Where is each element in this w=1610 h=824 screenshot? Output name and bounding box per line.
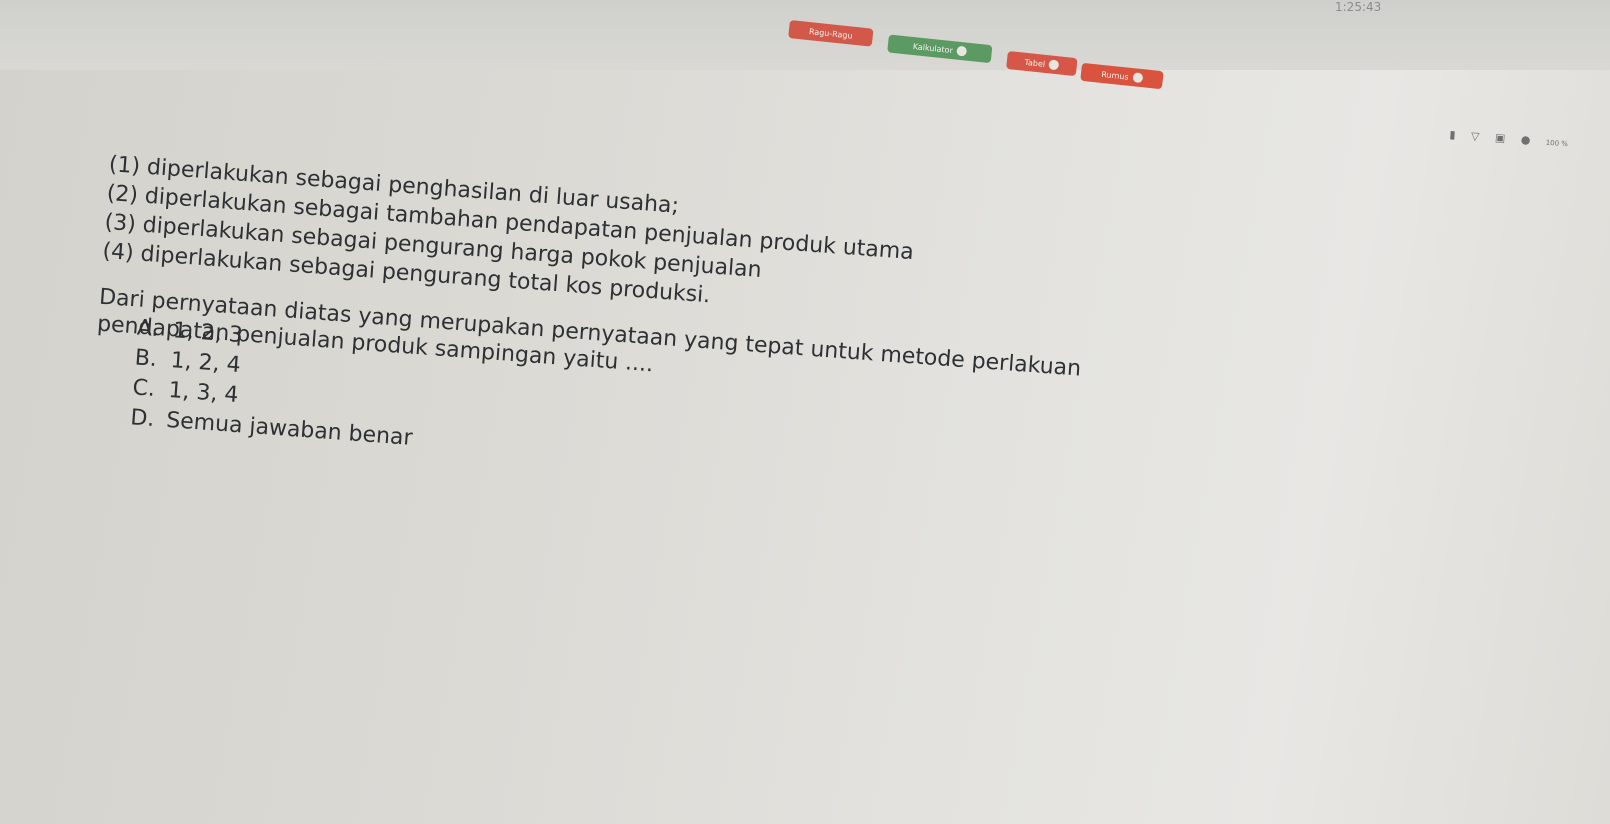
exam-screen: 1:25:43 Ragu-Ragu Kalkulator Tabel Rumus… [0,0,1610,824]
sound-icon: ● [1520,132,1537,148]
calculator-button[interactable]: Kalkulator [887,34,993,64]
status-area: ▮ ▽ ▣ ● 100 % [1449,128,1568,149]
table-button[interactable]: Tabel [1006,50,1078,77]
option-letter: C. [131,375,156,402]
option-text: 1, 2, 3 [172,318,244,349]
formula-button[interactable]: Rumus [1080,62,1164,90]
answer-options: A. 1, 2, 3 B. 1, 2, 4 C. 1, 3, 4 D. Semua ja… [129,313,420,453]
toggle-icon [956,45,968,57]
doubt-button-label: Ragu-Ragu [808,26,854,41]
table-button-label: Tabel [1024,57,1046,69]
volume-icon: ▣ [1494,131,1512,146]
wifi-icon: ▽ [1470,129,1486,144]
toggle-icon [1132,72,1144,84]
option-text: 1, 2, 4 [169,348,242,379]
battery-percent: 100 % [1545,138,1569,149]
formula-button-label: Rumus [1100,69,1130,82]
toggle-icon [1048,59,1060,71]
option-letter: D. [129,405,156,432]
option-letter: B. [133,345,158,372]
question-content: (1) diperlakukan sebagai penghasilan di … [96,150,1566,451]
battery-icon: ▮ [1449,128,1463,142]
timer: 1:25:43 [1335,0,1382,14]
calculator-button-label: Kalkulator [912,41,954,55]
option-letter: A. [136,315,160,343]
option-text: 1, 3, 4 [167,377,240,409]
